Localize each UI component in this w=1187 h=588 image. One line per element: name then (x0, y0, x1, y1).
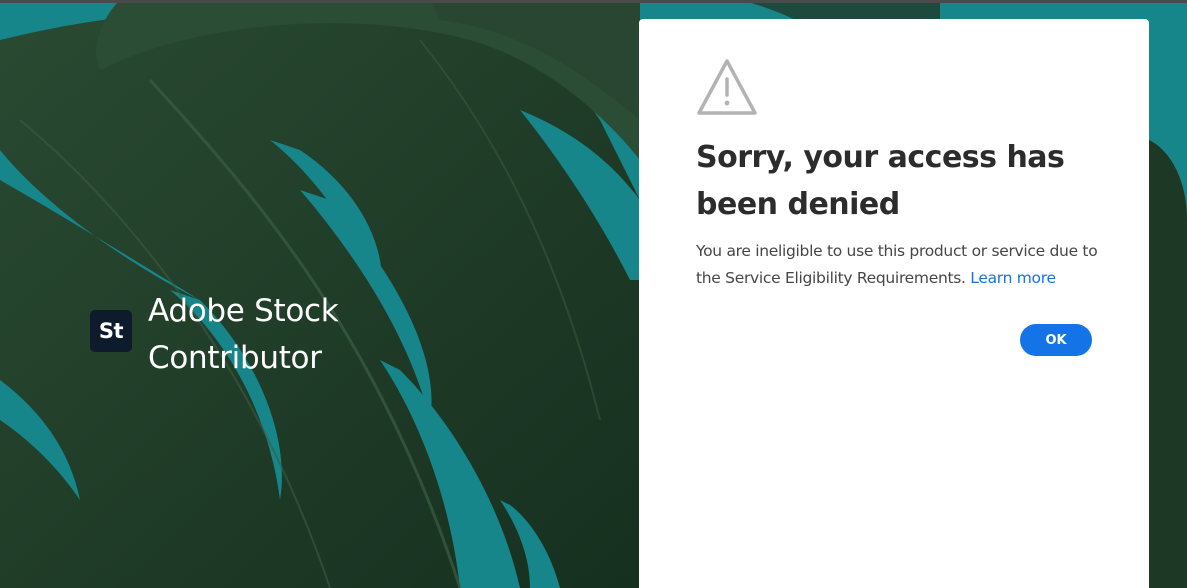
product-name: Adobe Stock Contributor (148, 288, 339, 382)
brand-lockup: St Adobe Stock Contributor (90, 288, 339, 382)
product-name-line2: Contributor (148, 340, 322, 376)
access-denied-dialog: Sorry, your access has been denied You a… (639, 19, 1149, 588)
adobe-stock-logo: St (90, 310, 132, 352)
dialog-message: You are ineligible to use this product o… (696, 238, 1116, 292)
login-page: St Adobe Stock Contributor Sorry, your a… (0, 0, 1187, 588)
browser-top-strip (0, 0, 1187, 3)
warning-triangle-icon (697, 59, 757, 115)
learn-more-link[interactable]: Learn more (970, 269, 1056, 287)
dialog-title: Sorry, your access has been denied (696, 140, 1065, 222)
product-name-line1: Adobe Stock (148, 293, 339, 329)
ok-button[interactable]: OK (1020, 324, 1092, 356)
